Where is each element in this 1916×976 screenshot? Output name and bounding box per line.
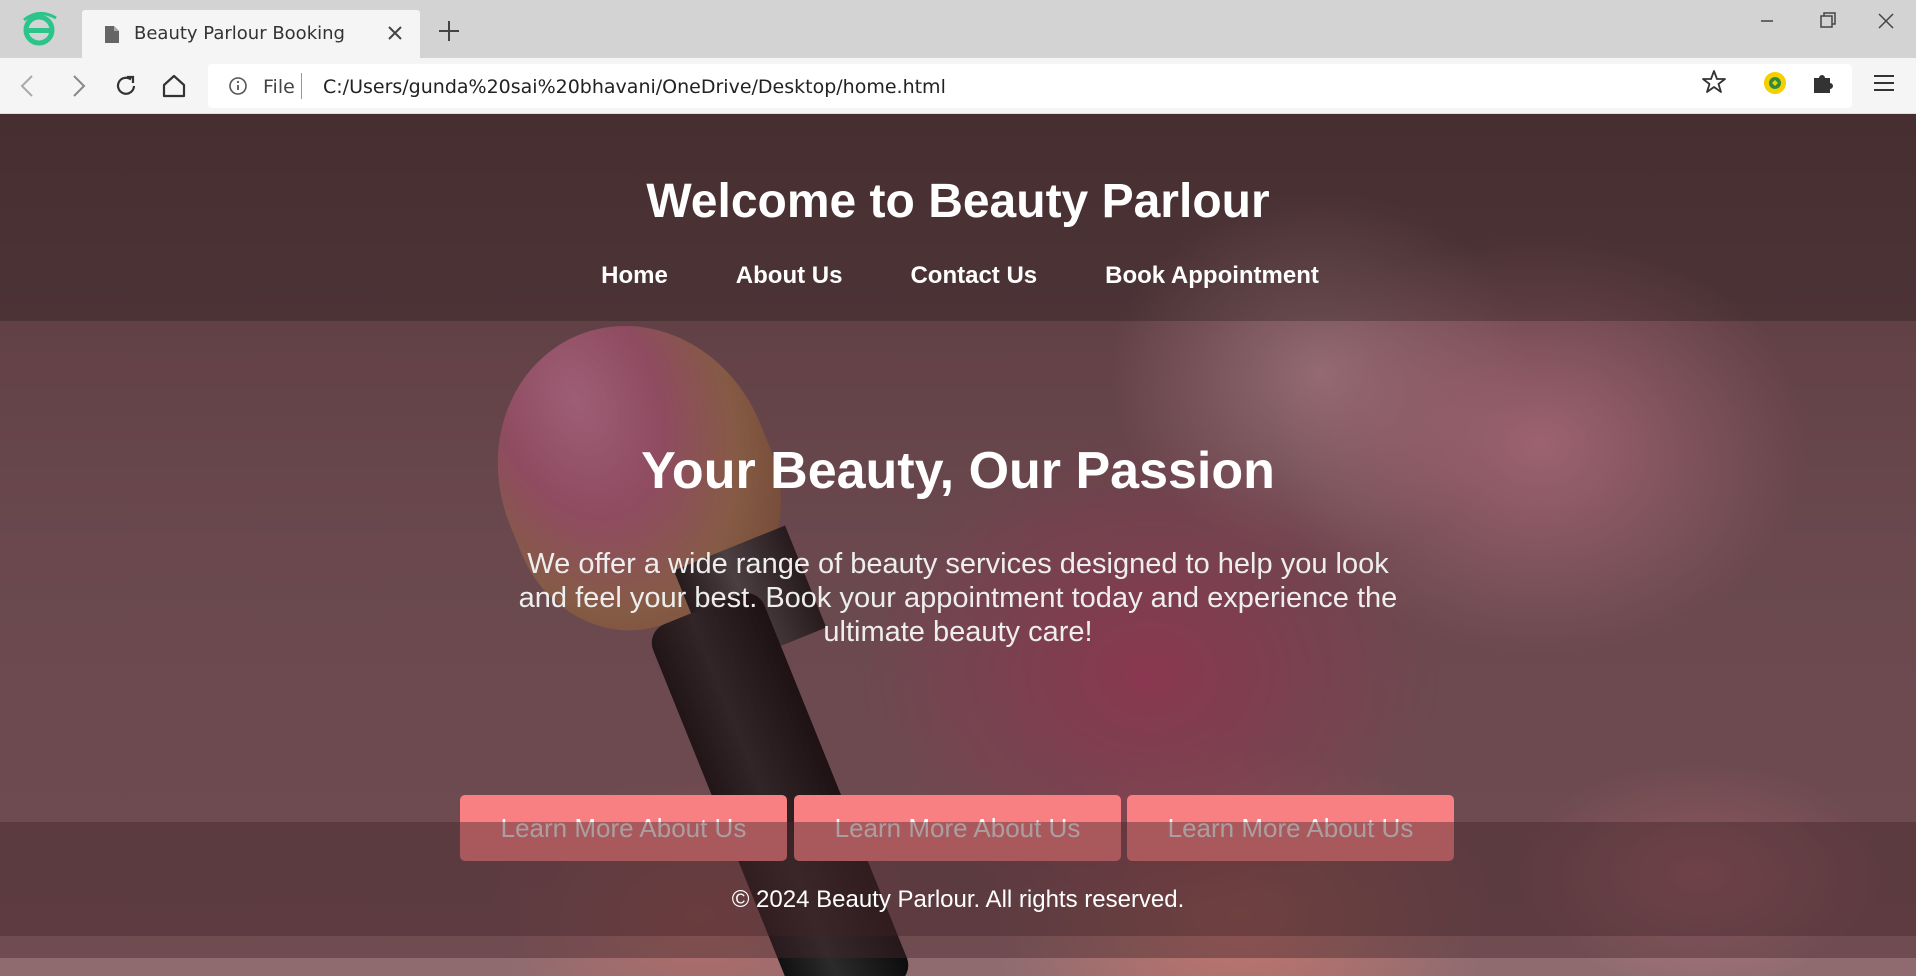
nav-contact-link[interactable]: Contact Us bbox=[910, 262, 1037, 290]
browser-toolbar: File C:/Users/gunda%20sai%20bhavani/OneD… bbox=[0, 58, 1916, 114]
extension-avatar-icon[interactable] bbox=[1764, 72, 1786, 94]
close-icon[interactable] bbox=[384, 22, 406, 44]
page-viewport: Welcome to Beauty Parlour Home About Us … bbox=[0, 114, 1916, 976]
minimize-icon[interactable] bbox=[1747, 6, 1787, 36]
home-icon[interactable] bbox=[158, 70, 190, 102]
url-text[interactable]: C:/Users/gunda%20sai%20bhavani/OneDrive/… bbox=[323, 76, 946, 98]
footer-text: © 2024 Beauty Parlour. All rights reserv… bbox=[731, 886, 1185, 913]
nav-book-link[interactable]: Book Appointment bbox=[1105, 262, 1319, 290]
hero-text: We offer a wide range of beauty services… bbox=[518, 548, 1398, 648]
tab-bar: Beauty Parlour Booking bbox=[0, 0, 1916, 58]
reload-icon[interactable] bbox=[110, 70, 142, 102]
address-bar[interactable]: File C:/Users/gunda%20sai%20bhavani/OneD… bbox=[208, 64, 1852, 108]
plus-icon[interactable] bbox=[434, 16, 464, 46]
star-icon[interactable] bbox=[1700, 68, 1728, 96]
browser-tab[interactable]: Beauty Parlour Booking bbox=[82, 10, 420, 58]
tab-title: Beauty Parlour Booking bbox=[134, 23, 345, 44]
nav-about-link[interactable]: About Us bbox=[736, 262, 843, 290]
browser-logo-icon[interactable] bbox=[18, 8, 60, 50]
window-close-icon[interactable] bbox=[1866, 6, 1906, 36]
menu-icon[interactable] bbox=[1872, 72, 1896, 94]
page-icon bbox=[105, 26, 119, 43]
nav-home-link[interactable]: Home bbox=[601, 262, 668, 290]
forward-icon[interactable] bbox=[62, 70, 94, 102]
url-scheme-label: File bbox=[263, 76, 295, 98]
url-separator bbox=[301, 73, 302, 99]
puzzle-icon[interactable] bbox=[1810, 70, 1836, 96]
back-icon[interactable] bbox=[12, 70, 44, 102]
site-nav: Home About Us Contact Us Book Appointmen… bbox=[0, 262, 1916, 290]
restore-icon[interactable] bbox=[1807, 6, 1847, 36]
hero-title: Your Beauty, Our Passion bbox=[641, 442, 1275, 500]
info-icon[interactable] bbox=[228, 76, 248, 96]
site-title: Welcome to Beauty Parlour bbox=[646, 175, 1270, 228]
site-footer: © 2024 Beauty Parlour. All rights reserv… bbox=[0, 822, 1916, 958]
site-header: Welcome to Beauty Parlour Home About Us … bbox=[0, 114, 1916, 321]
